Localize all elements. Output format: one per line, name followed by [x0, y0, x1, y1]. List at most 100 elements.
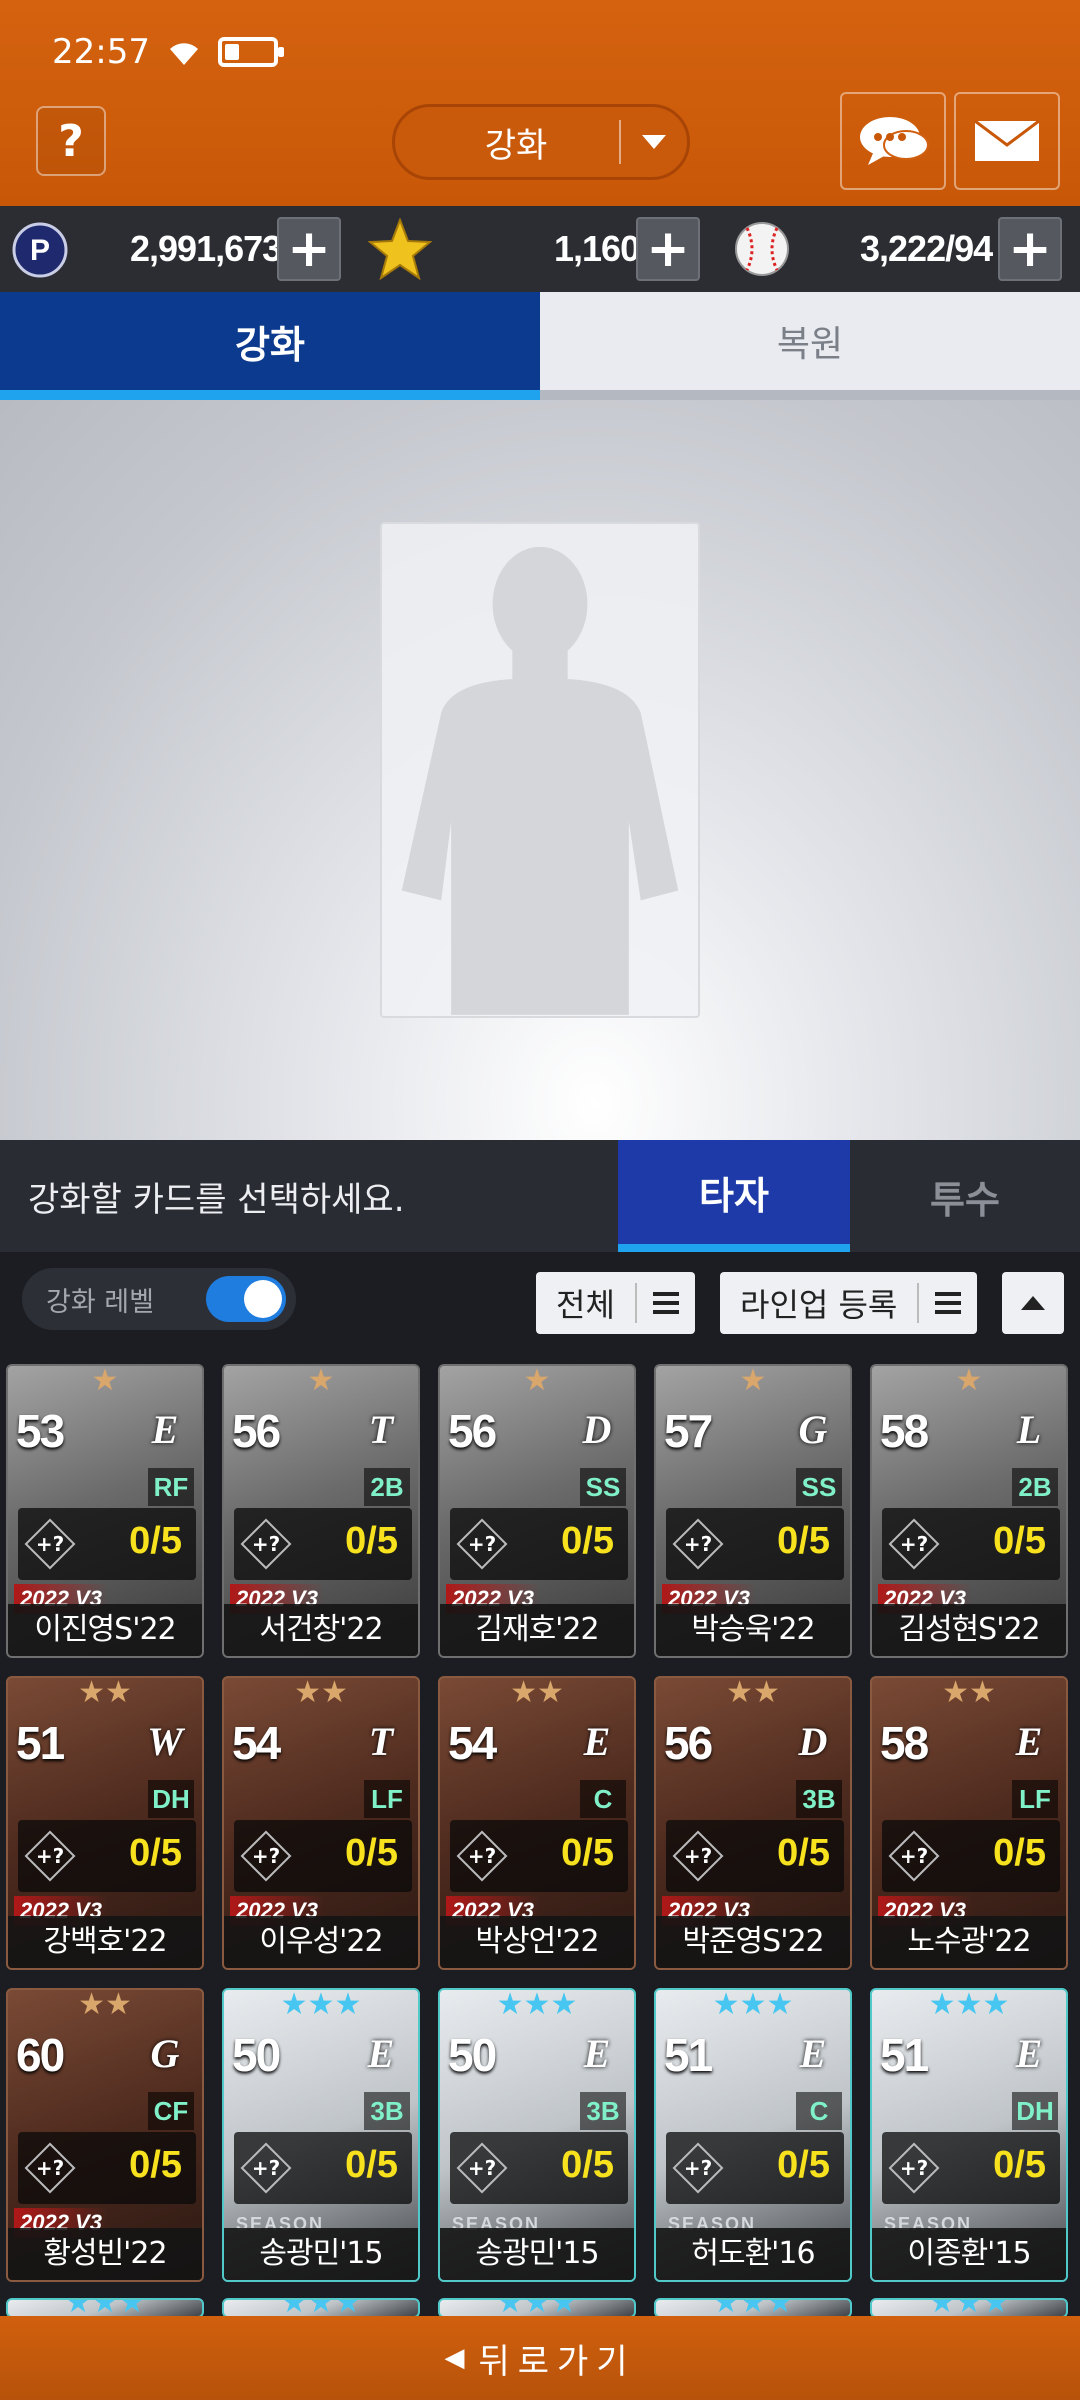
player-card-partial[interactable]: ★★★: [438, 2298, 636, 2316]
card-stars: ★★★: [496, 2298, 578, 2316]
upgrade-panel: +? 0/5: [666, 1508, 844, 1580]
player-card[interactable]: ★★★ 50 E 3B +? 0/5 SEASON 송광민'15: [438, 1988, 636, 2282]
mail-button[interactable]: [954, 92, 1060, 190]
team-logo-icon: D: [798, 1719, 828, 1764]
upgrade-level-icon: +?: [240, 1518, 292, 1570]
card-stars: ★★: [726, 1676, 780, 1710]
player-card[interactable]: ★ 56 D SS +? 0/5 2022 V3 김재호'22: [438, 1364, 636, 1658]
card-player-name: 이우성'22: [224, 1916, 418, 1968]
card-position: 2B: [1012, 1468, 1058, 1506]
card-overall: 50: [232, 2029, 281, 2081]
player-card[interactable]: ★ 58 L 2B +? 0/5 2022 V3 김성현S'22: [870, 1364, 1068, 1658]
card-player-name: 서건창'22: [224, 1604, 418, 1656]
upgrade-level-text: +?: [899, 1844, 929, 1868]
card-player-name: 황성빈'22: [8, 2228, 202, 2280]
upgrade-level-text: +?: [35, 2156, 65, 2180]
wifi-icon: [169, 43, 198, 65]
points-value: 2,991,673: [130, 228, 282, 269]
chat-bubble-icon: [860, 117, 929, 165]
upgrade-level-text: +?: [683, 1532, 713, 1556]
card-stars: ★★★: [64, 2298, 146, 2316]
card-player-name: 박승욱'22: [656, 1604, 850, 1656]
player-card-partial[interactable]: ★★★: [870, 2298, 1068, 2316]
upgrade-progress: 0/5: [345, 2144, 398, 2186]
tab-upgrade[interactable]: 강화: [0, 292, 540, 400]
card-stars: ★★: [510, 1676, 564, 1710]
card-position: SS: [796, 1468, 842, 1506]
player-card[interactable]: ★★ 51 W DH +? 0/5 2022 V3 강백호'22: [6, 1676, 204, 1970]
player-card[interactable]: ★★★ 50 E 3B +? 0/5 SEASON 송광민'15: [222, 1988, 420, 2282]
player-card[interactable]: ★★ 58 E LF +? 0/5 2022 V3 노수광'22: [870, 1676, 1068, 1970]
scroll-top-button[interactable]: [1002, 1272, 1064, 1334]
upgrade-panel: +? 0/5: [666, 1820, 844, 1892]
card-position: CF: [148, 2092, 194, 2130]
upgrade-level-icon: +?: [672, 2142, 724, 2194]
lineup-register-button[interactable]: 라인업 등록: [720, 1272, 978, 1334]
back-button[interactable]: ◀ 뒤로가기: [0, 2316, 1080, 2400]
help-button[interactable]: ?: [36, 106, 106, 176]
tab-batter[interactable]: 타자: [618, 1140, 850, 1252]
add-balls-button[interactable]: +: [998, 217, 1062, 281]
upgrade-progress: 0/5: [777, 1520, 830, 1562]
player-card[interactable]: ★★★ 51 E C +? 0/5 SEASON 허도환'16: [654, 1988, 852, 2282]
player-card[interactable]: ★★★ 51 E DH +? 0/5 SEASON 이종환'15: [870, 1988, 1068, 2282]
upgrade-level-icon: +?: [456, 1518, 508, 1570]
card-player-name: 김성현S'22: [872, 1604, 1066, 1656]
upgrade-panel: +? 0/5: [450, 1820, 628, 1892]
tab-restore[interactable]: 복원: [540, 292, 1080, 400]
player-card[interactable]: ★ 57 G SS +? 0/5 2022 V3 박승욱'22: [654, 1364, 852, 1658]
card-stars: ★: [739, 1364, 767, 1398]
upgrade-level-text: +?: [35, 1532, 65, 1556]
upgrade-panel: +? 0/5: [450, 2132, 628, 2204]
card-stars: ★★★: [280, 2298, 362, 2316]
svg-text:P: P: [30, 234, 50, 267]
team-logo-icon: E: [583, 2031, 611, 2076]
toggle-knob: [244, 1280, 282, 1318]
upgrade-level-text: +?: [467, 1532, 497, 1556]
upgrade-level-icon: +?: [240, 1830, 292, 1882]
filter-bar: 강화 레벨 전체 라인업 등록: [0, 1252, 1080, 1354]
tab-pitcher[interactable]: 투수: [850, 1140, 1080, 1252]
baseball-icon: [735, 222, 789, 276]
upgrade-panel: +? 0/5: [18, 1820, 196, 1892]
upgrade-level-text: +?: [251, 2156, 281, 2180]
player-card[interactable]: ★★ 56 D 3B +? 0/5 2022 V3 박준영S'22: [654, 1676, 852, 1970]
upgrade-level-text: +?: [467, 1844, 497, 1868]
p-coin-icon: P: [12, 222, 68, 278]
card-position: 3B: [796, 1780, 842, 1818]
player-card-partial[interactable]: ★★★: [222, 2298, 420, 2316]
player-card[interactable]: ★★ 54 T LF +? 0/5 2022 V3 이우성'22: [222, 1676, 420, 1970]
card-position: SS: [580, 1468, 626, 1506]
player-card[interactable]: ★★ 60 G CF +? 0/5 2022 V3 황성빈'22: [6, 1988, 204, 2282]
player-card-partial[interactable]: ★★★: [654, 2298, 852, 2316]
player-card[interactable]: ★★ 54 E C +? 0/5 2022 V3 박상언'22: [438, 1676, 636, 1970]
upgrade-panel: +? 0/5: [450, 1508, 628, 1580]
team-logo-icon: T: [368, 1407, 394, 1452]
player-card[interactable]: ★ 53 E RF +? 0/5 2022 V3 이진영S'22: [6, 1364, 204, 1658]
add-stars-button[interactable]: +: [636, 217, 700, 281]
card-stars: ★★★: [712, 1988, 794, 2022]
help-label: ?: [58, 115, 84, 167]
player-card-partial[interactable]: ★★★: [6, 2298, 204, 2316]
card-position: DH: [1012, 2092, 1058, 2130]
card-overall: 54: [448, 1717, 497, 1769]
card-player-name: 이종환'15: [872, 2228, 1066, 2280]
card-position: 3B: [364, 2092, 410, 2130]
card-position: LF: [364, 1780, 410, 1818]
team-logo-icon: D: [582, 1407, 612, 1452]
chat-button[interactable]: [840, 92, 946, 190]
upgrade-level-icon: +?: [888, 1518, 940, 1570]
add-points-button[interactable]: +: [277, 217, 341, 281]
player-card[interactable]: ★ 56 T 2B +? 0/5 2022 V3 서건창'22: [222, 1364, 420, 1658]
upgrade-level-toggle[interactable]: [206, 1276, 286, 1322]
upgrade-level-icon: +?: [24, 1518, 76, 1570]
select-card-message: 강화할 카드를 선택하세요.: [28, 1179, 405, 1220]
gold-star-icon: [368, 218, 432, 280]
card-overall: 60: [16, 2029, 65, 2081]
mode-dropdown[interactable]: 강화: [392, 104, 690, 180]
upgrade-panel: +? 0/5: [234, 1508, 412, 1580]
empty-card-slot[interactable]: [380, 522, 700, 1018]
all-filter-button[interactable]: 전체: [536, 1272, 695, 1334]
upgrade-level-text: +?: [251, 1532, 281, 1556]
upgrade-level-icon: +?: [672, 1518, 724, 1570]
